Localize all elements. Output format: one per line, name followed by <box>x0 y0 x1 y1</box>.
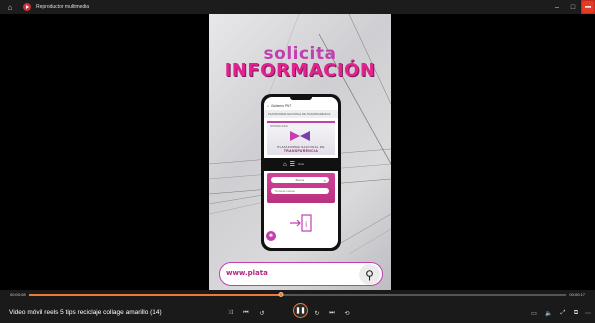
maximize-button[interactable]: □ <box>565 0 581 14</box>
phone-site-bar: PLATAFORMA NACIONAL DE TRANSPARENCIA <box>264 110 338 118</box>
playback-controls: 00:00:08 00:00:17 Video móvil reels 5 ti… <box>0 290 595 323</box>
banner-heading: SISTEMA SISAI <box>270 125 288 128</box>
phone-topic-field: Tema de interés <box>271 188 329 194</box>
shuffle-icon[interactable]: ⤨ <box>224 308 236 318</box>
phone-browser-bar: ⌂ Gobierno PNT <box>267 103 335 109</box>
skip-back-button[interactable]: ↺ <box>256 308 268 318</box>
phone-screen: ⌂ Gobierno PNT PLATAFORMA NACIONAL DE TR… <box>264 97 338 248</box>
window-title: Reproductor multimedia <box>36 4 90 10</box>
video-area[interactable]: solicita INFORMACIÓN ⌂ Gobierno PNT PLAT… <box>0 14 595 290</box>
skip-forward-button[interactable]: ↻ <box>311 308 323 318</box>
menu-icon: ☰ <box>289 162 296 168</box>
fullscreen-icon[interactable]: ⤢ <box>557 308 569 318</box>
phone-mockup: ⌂ Gobierno PNT PLATAFORMA NACIONAL DE TR… <box>261 94 341 251</box>
search-icon: ⌕ <box>323 177 326 183</box>
minimize-button[interactable]: – <box>549 0 565 14</box>
house-icon: ⌂ <box>283 161 287 168</box>
phone-search-label: Buscar <box>295 178 305 182</box>
close-button[interactable]: ■■■ <box>581 0 595 14</box>
title-bar: ⌂ Reproductor multimedia – □ ■■■ <box>0 0 595 14</box>
miniplayer-icon[interactable]: ⧉ <box>570 308 582 318</box>
banner-caption-strong: TRANSPARENCIA <box>283 149 319 153</box>
promo-heading-informacion: INFORMACIÓN <box>224 60 376 81</box>
corner-logo-icon: ✺ <box>266 231 276 241</box>
pnt-logo-icon <box>290 131 310 141</box>
home-icon: ⌂ <box>267 104 269 108</box>
phone-notch <box>290 97 312 100</box>
phone-banner: SISTEMA SISAI PLATAFORMA NACIONAL DE TRA… <box>267 121 335 155</box>
svg-text:i: i <box>305 220 307 229</box>
sign-in-icon: i <box>290 214 312 232</box>
volume-icon[interactable]: 🔈 <box>543 308 555 318</box>
close-badge[interactable]: ■■■ <box>582 1 594 13</box>
seek-thumb[interactable] <box>278 292 284 297</box>
phone-nav-bar: ⌂ ☰ Inicio <box>264 158 338 171</box>
total-time: 00:00:17 <box>569 292 585 297</box>
window-controls: – □ ■■■ <box>549 0 595 14</box>
phone-browser-text: Gobierno PNT <box>270 104 292 108</box>
magnifier-icon: ⚲ <box>359 264 380 285</box>
phone-search-field: Buscar ⌕ <box>271 177 329 183</box>
promo-url-bar: www.plata ⚲ <box>219 262 383 286</box>
media-title: Video móvil reels 5 tips reciclaje colla… <box>9 309 162 316</box>
media-player-app-icon <box>23 3 31 11</box>
previous-button[interactable]: ⏮ <box>240 308 252 318</box>
subtitles-icon[interactable]: ▭ <box>528 308 540 318</box>
repeat-icon[interactable]: ⟲ <box>341 308 353 318</box>
phone-nav-text: Inicio <box>298 163 305 166</box>
next-button[interactable]: ⏭ <box>326 308 338 318</box>
promo-url-text: www.plata <box>226 269 268 277</box>
play-pause-button[interactable]: ❚❚ <box>293 303 308 318</box>
phone-search-panel: Buscar ⌕ Tema de interés <box>267 173 335 203</box>
current-time: 00:00:08 <box>10 292 26 297</box>
seek-bar[interactable] <box>29 292 566 297</box>
home-icon[interactable]: ⌂ <box>3 0 17 14</box>
more-options-icon[interactable]: ⋯ <box>582 308 594 318</box>
seek-progress <box>29 294 282 296</box>
video-frame: solicita INFORMACIÓN ⌂ Gobierno PNT PLAT… <box>209 14 391 290</box>
